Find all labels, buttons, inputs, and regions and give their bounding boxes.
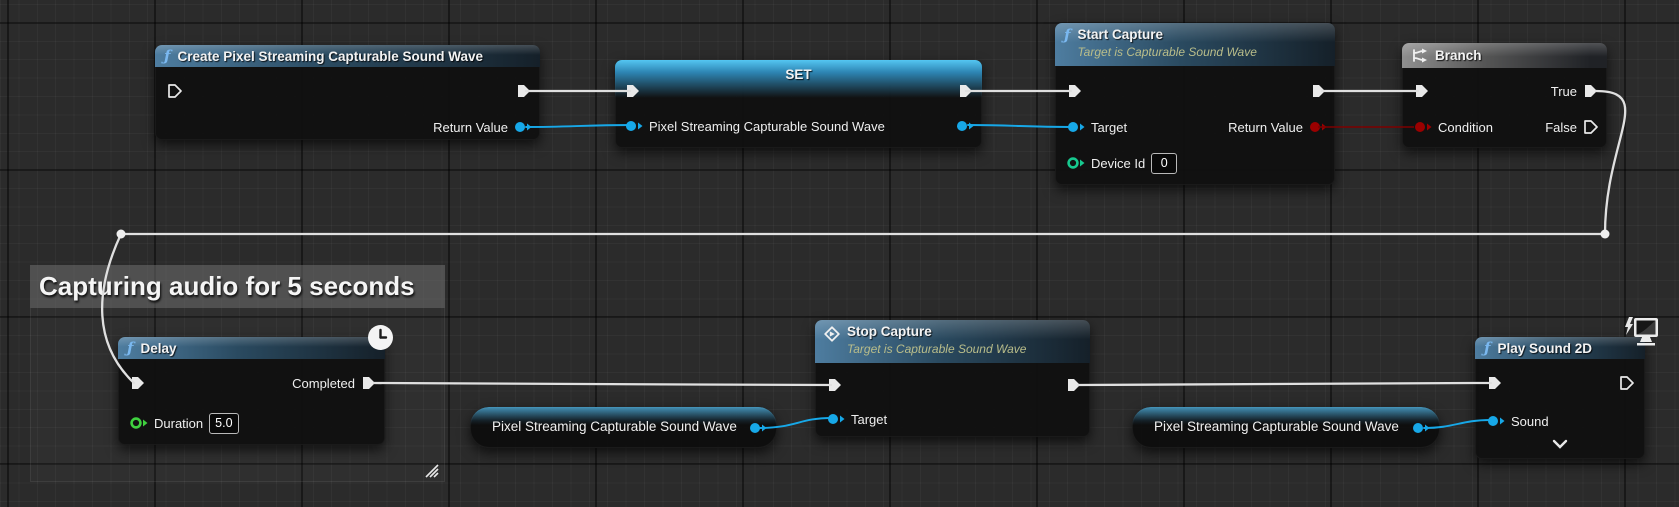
node-title: Stop Capture bbox=[847, 323, 1026, 340]
pin-label: Condition bbox=[1438, 120, 1493, 135]
node-title: Play Sound 2D bbox=[1497, 341, 1592, 356]
function-icon: ƒ bbox=[1484, 339, 1490, 357]
variable-out-pin[interactable] bbox=[956, 118, 974, 134]
reroute-node-left[interactable] bbox=[117, 230, 126, 239]
target-pin[interactable]: Target bbox=[1067, 119, 1127, 135]
function-icon: ƒ bbox=[127, 339, 133, 357]
function-icon: ƒ bbox=[164, 47, 170, 65]
node-create-pixel-streaming-sound-wave[interactable]: ƒ Create Pixel Streaming Capturable Soun… bbox=[155, 45, 540, 140]
exec-wire-stopcapture-playsound[interactable] bbox=[1078, 383, 1491, 385]
node-play-sound-2d[interactable]: ƒ Play Sound 2D Sound bbox=[1475, 337, 1645, 459]
getter-label: Pixel Streaming Capturable Sound Wave bbox=[1154, 419, 1399, 434]
node-header[interactable]: ƒ Delay bbox=[118, 337, 385, 359]
clock-icon bbox=[367, 324, 394, 351]
getter-pixel-streaming-sound-wave[interactable]: Pixel Streaming Capturable Sound Wave bbox=[1132, 407, 1440, 448]
return-value-pin[interactable]: Return Value bbox=[433, 119, 532, 135]
comment-title: Capturing audio for 5 seconds bbox=[39, 271, 415, 302]
exec-out-pin[interactable] bbox=[958, 83, 974, 99]
false-exec-pin[interactable]: False bbox=[1545, 119, 1599, 135]
exec-in-pin[interactable] bbox=[1067, 83, 1083, 99]
exec-out-pin[interactable] bbox=[1311, 83, 1327, 99]
node-header[interactable]: ƒ Create Pixel Streaming Capturable Soun… bbox=[155, 45, 540, 67]
node-set-variable[interactable]: SET Pixel Streaming Capturable Sound Wav… bbox=[615, 60, 982, 148]
getter-label: Pixel Streaming Capturable Sound Wave bbox=[492, 419, 737, 434]
exec-out-pin[interactable] bbox=[1066, 377, 1082, 393]
pin-label: True bbox=[1551, 84, 1577, 99]
exec-in-pin[interactable] bbox=[1414, 83, 1430, 99]
pin-label: Return Value bbox=[433, 120, 508, 135]
variable-in-pin[interactable]: Pixel Streaming Capturable Sound Wave bbox=[625, 118, 885, 134]
getter-pixel-streaming-sound-wave[interactable]: Pixel Streaming Capturable Sound Wave bbox=[470, 407, 777, 448]
branch-icon bbox=[1411, 48, 1428, 63]
node-delay[interactable]: ƒ Delay Completed Duration 5.0 bbox=[118, 337, 385, 445]
pin-label: Device Id bbox=[1091, 156, 1145, 171]
comment-resize-handle[interactable] bbox=[424, 463, 439, 478]
exec-in-pin[interactable] bbox=[167, 83, 183, 99]
node-title: Branch bbox=[1435, 48, 1482, 63]
reroute-node-right[interactable] bbox=[1601, 230, 1610, 239]
exec-in-pin[interactable] bbox=[625, 83, 641, 99]
pin-label: Return Value bbox=[1228, 120, 1303, 135]
exec-out-pin[interactable] bbox=[1619, 375, 1635, 391]
function-icon: ƒ bbox=[1064, 26, 1070, 44]
duration-input[interactable]: 5.0 bbox=[209, 413, 238, 434]
sound-pin[interactable]: Sound bbox=[1487, 413, 1549, 429]
node-branch[interactable]: Branch True Condition False bbox=[1402, 43, 1607, 148]
node-subtitle: Target is Capturable Sound Wave bbox=[847, 341, 1026, 358]
pin-label: Sound bbox=[1511, 414, 1549, 429]
pin-label: Target bbox=[851, 412, 887, 427]
pin-label: Completed bbox=[292, 376, 355, 391]
comment-title-bar[interactable]: Capturing audio for 5 seconds bbox=[30, 265, 445, 308]
monitor-lightning-icon bbox=[1622, 315, 1660, 348]
node-header[interactable]: ƒ Start Capture Target is Capturable Sou… bbox=[1055, 23, 1335, 66]
pin-label: Target bbox=[1091, 120, 1127, 135]
node-subtitle: Target is Capturable Sound Wave bbox=[1077, 44, 1256, 61]
node-stop-capture[interactable]: Stop Capture Target is Capturable Sound … bbox=[815, 320, 1090, 437]
node-title: Start Capture bbox=[1077, 26, 1256, 43]
exec-in-pin[interactable] bbox=[827, 377, 843, 393]
blueprint-canvas[interactable]: Capturing audio for 5 seconds ƒ bbox=[0, 0, 1679, 507]
exec-out-pin[interactable] bbox=[516, 83, 532, 99]
device-id-input[interactable]: 0 bbox=[1151, 153, 1177, 174]
node-header[interactable]: ƒ Play Sound 2D bbox=[1475, 337, 1645, 359]
chevron-down-icon[interactable] bbox=[1552, 439, 1568, 449]
pin-label: Pixel Streaming Capturable Sound Wave bbox=[649, 119, 885, 134]
exec-in-pin[interactable] bbox=[1487, 375, 1503, 391]
device-id-pin[interactable]: Device Id 0 bbox=[1067, 153, 1177, 173]
variable-out-pin[interactable] bbox=[749, 421, 767, 435]
diamond-call-icon bbox=[824, 326, 840, 342]
set-title: SET bbox=[615, 66, 982, 82]
node-start-capture[interactable]: ƒ Start Capture Target is Capturable Sou… bbox=[1055, 23, 1335, 185]
condition-pin[interactable]: Condition bbox=[1414, 119, 1493, 135]
exec-in-pin[interactable] bbox=[130, 375, 146, 391]
node-header[interactable]: Stop Capture Target is Capturable Sound … bbox=[815, 320, 1090, 363]
node-header[interactable]: Branch bbox=[1402, 43, 1607, 68]
return-value-pin[interactable]: Return Value bbox=[1228, 119, 1327, 135]
pin-label: False bbox=[1545, 120, 1577, 135]
target-pin[interactable]: Target bbox=[827, 411, 887, 427]
true-exec-pin[interactable]: True bbox=[1551, 83, 1599, 99]
variable-out-pin[interactable] bbox=[1412, 421, 1430, 435]
duration-pin[interactable]: Duration 5.0 bbox=[130, 413, 239, 433]
pin-label: Duration bbox=[154, 416, 203, 431]
node-title: Create Pixel Streaming Capturable Sound … bbox=[177, 49, 483, 64]
node-title: Delay bbox=[140, 341, 176, 356]
completed-exec-pin[interactable]: Completed bbox=[292, 375, 377, 391]
